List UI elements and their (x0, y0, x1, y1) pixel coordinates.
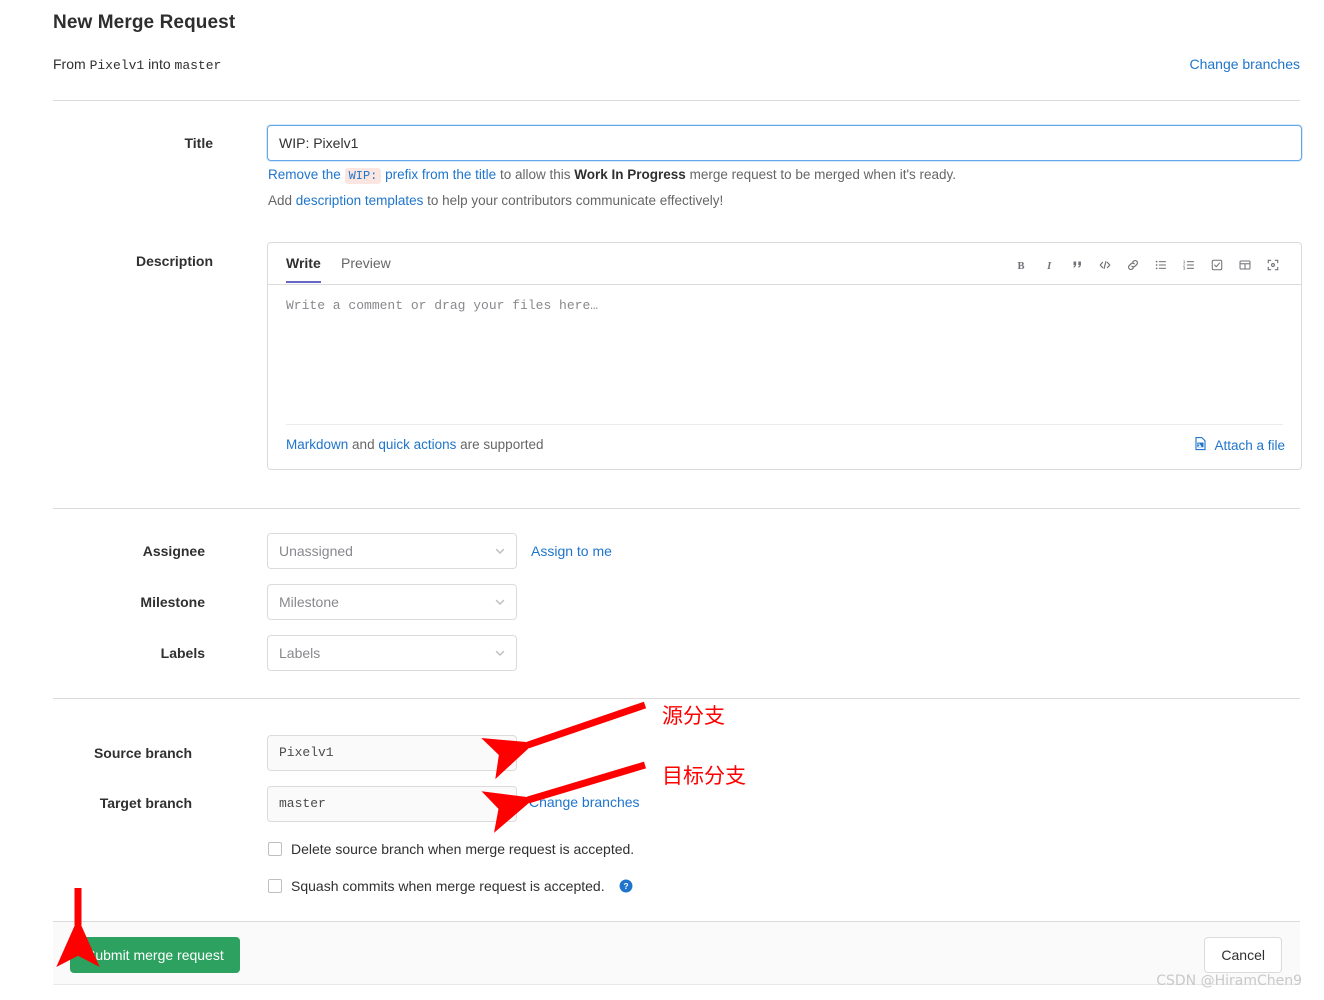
markdown-note: Markdown and quick actions are supported (286, 437, 543, 452)
labels-label: Labels (160, 645, 205, 661)
wip-hint-c: to allow this (499, 167, 571, 182)
assignee-select[interactable]: Unassigned (267, 533, 517, 569)
supported-label: are supported (460, 437, 544, 452)
templates-hint-b: to help your contributors communicate ef… (427, 193, 724, 208)
summary-source-branch: Pixelv1 (89, 58, 145, 73)
assign-to-me-link[interactable]: Assign to me (531, 543, 612, 559)
numbered-list-icon[interactable]: 1 2 3 (1175, 254, 1203, 276)
description-placeholder: Write a comment or drag your files here… (286, 298, 599, 313)
wip-code-badge: WIP: (344, 168, 382, 184)
svg-text:I: I (1046, 261, 1052, 272)
editor-tabs: Write Preview B I 1 2 3 (268, 243, 1301, 285)
delete-source-branch-checkbox[interactable] (268, 842, 282, 856)
branch-summary: From Pixelv1 into master (53, 56, 221, 73)
delete-source-branch-label: Delete source branch when merge request … (291, 841, 635, 857)
assignee-label: Assignee (142, 543, 205, 559)
code-icon[interactable] (1091, 254, 1119, 276)
quick-actions-link[interactable]: quick actions (378, 437, 456, 452)
description-textarea-area[interactable]: Write a comment or drag your files here… (268, 285, 1301, 425)
chevron-down-icon (494, 747, 506, 759)
chevron-down-icon (494, 596, 506, 608)
fullscreen-icon[interactable] (1259, 254, 1287, 276)
annotation-source-branch: 源分支 (662, 704, 725, 728)
svg-text:3: 3 (1183, 266, 1186, 271)
milestone-select[interactable]: Milestone (267, 584, 517, 620)
italic-icon[interactable]: I (1035, 254, 1063, 276)
divider-top (53, 100, 1300, 101)
attach-file-button[interactable]: Attach a file (1193, 436, 1285, 454)
markdown-link[interactable]: Markdown (286, 437, 348, 452)
quote-icon[interactable] (1063, 254, 1091, 276)
submit-merge-request-button[interactable]: Submit merge request (70, 937, 240, 973)
target-branch-value: master (279, 796, 326, 811)
title-label: Title (184, 135, 213, 151)
summary-target-branch: master (174, 58, 222, 73)
task-list-icon[interactable] (1203, 254, 1231, 276)
description-editor: Write Preview B I 1 2 3 Write a comment … (267, 242, 1302, 470)
from-label: From (53, 56, 86, 72)
bulleted-list-icon[interactable] (1147, 254, 1175, 276)
add-label: Add (268, 193, 293, 208)
annotation-target-branch: 目标分支 (662, 764, 746, 788)
bold-icon[interactable]: B (1007, 254, 1035, 276)
link-icon[interactable] (1119, 254, 1147, 276)
target-branch-select[interactable]: master (267, 786, 517, 822)
tab-preview[interactable]: Preview (341, 255, 391, 271)
source-branch-value: Pixelv1 (279, 745, 334, 760)
chevron-down-icon (494, 545, 506, 557)
new-merge-request-page: New Merge Request From Pixelv1 into mast… (0, 0, 1324, 1000)
svg-text:B: B (1017, 261, 1024, 272)
wip-hint-d: merge request to be merged when it's rea… (689, 167, 957, 182)
attach-file-icon (1193, 436, 1208, 454)
remove-wip-link-a[interactable]: Remove the (268, 167, 341, 182)
editor-toolbar: B I 1 2 3 (1007, 254, 1287, 276)
editor-footer: Markdown and quick actions are supported… (268, 425, 1301, 469)
title-input[interactable] (267, 125, 1302, 161)
labels-select[interactable]: Labels (267, 635, 517, 671)
milestone-label: Milestone (140, 594, 205, 610)
chevron-down-icon (494, 798, 506, 810)
work-in-progress-text: Work In Progress (574, 167, 686, 182)
table-icon[interactable] (1231, 254, 1259, 276)
description-label: Description (135, 253, 213, 269)
form-footer: Submit merge request Cancel (53, 921, 1300, 985)
tab-write[interactable]: Write (286, 255, 321, 283)
chevron-down-icon (494, 647, 506, 659)
assignee-value: Unassigned (279, 543, 353, 559)
squash-commits-label: Squash commits when merge request is acc… (291, 878, 605, 894)
and-label: and (352, 437, 375, 452)
attach-file-label: Attach a file (1214, 437, 1285, 453)
remove-wip-link-b[interactable]: prefix from the title (385, 167, 496, 182)
svg-text:?: ? (623, 881, 628, 891)
page-title: New Merge Request (53, 12, 236, 33)
delete-source-branch-row[interactable]: Delete source branch when merge request … (268, 841, 634, 857)
squash-commits-row[interactable]: Squash commits when merge request is acc… (268, 878, 633, 894)
help-icon[interactable]: ? (619, 879, 633, 893)
change-branches-link-top[interactable]: Change branches (1189, 56, 1300, 72)
into-label: into (148, 56, 171, 72)
watermark: CSDN @HiramChen9 (1156, 973, 1302, 989)
target-branch-label: Target branch (99, 795, 192, 811)
change-branches-link-inline[interactable]: Change branches (529, 794, 640, 810)
source-branch-select[interactable]: Pixelv1 (267, 735, 517, 771)
divider-middle (53, 508, 1300, 509)
source-branch-label: Source branch (93, 745, 192, 761)
divider-branches (53, 698, 1300, 699)
cancel-button[interactable]: Cancel (1204, 937, 1282, 973)
labels-value: Labels (279, 645, 321, 661)
wip-hint: Remove the WIP: prefix from the title to… (268, 167, 957, 184)
description-templates-link[interactable]: description templates (296, 193, 424, 208)
description-templates-hint: Add description templates to help your c… (268, 193, 723, 208)
squash-commits-checkbox[interactable] (268, 879, 282, 893)
milestone-value: Milestone (279, 594, 339, 610)
